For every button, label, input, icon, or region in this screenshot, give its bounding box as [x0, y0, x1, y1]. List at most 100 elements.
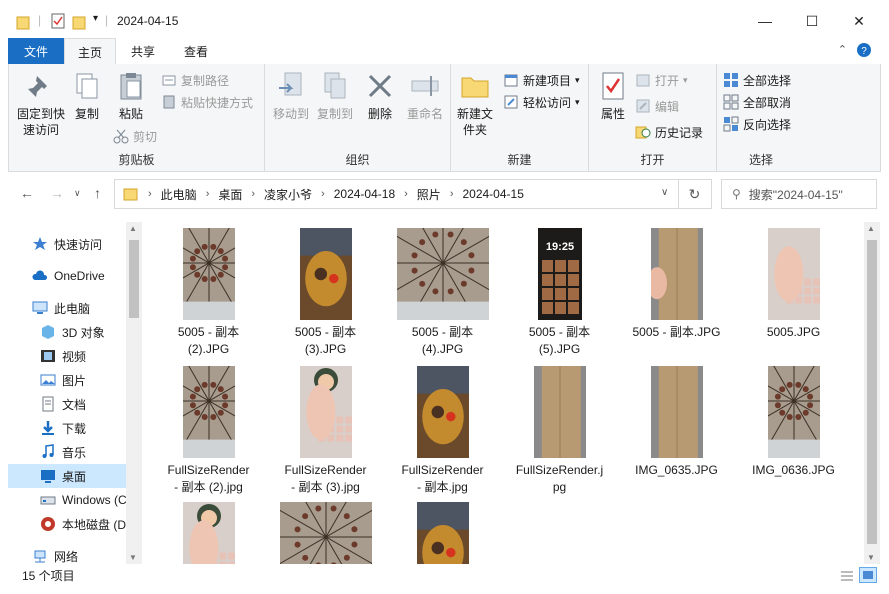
- copy-path-label: 复制路径: [181, 73, 230, 88]
- scroll-down-icon[interactable]: ▼: [129, 553, 137, 562]
- scroll-up-icon[interactable]: ▲: [129, 224, 137, 233]
- sidebar-item[interactable]: 文档: [8, 392, 128, 416]
- nav-scrollbar[interactable]: ▲ ▼: [126, 222, 142, 564]
- file-item[interactable]: [267, 498, 384, 564]
- forward-arrow-icon[interactable]: →: [50, 185, 64, 201]
- new-item-button[interactable]: 新建项目 ▾: [503, 70, 580, 90]
- content-scrollbar[interactable]: ▲ ▼: [864, 222, 880, 564]
- file-item[interactable]: 19:25 5005 - 副本 (5).JPG: [501, 224, 618, 358]
- rename-button[interactable]: 重命名: [403, 70, 447, 122]
- sidebar-item[interactable]: 此电脑: [8, 296, 128, 320]
- select-all-button[interactable]: 全部选择: [723, 70, 791, 90]
- copy-path-button[interactable]: 复制路径: [161, 70, 229, 90]
- tab-share[interactable]: 共享: [118, 38, 168, 64]
- breadcrumb-item[interactable]: 照片: [417, 186, 441, 203]
- copy-to-button[interactable]: 复制到: [313, 70, 357, 122]
- back-arrow-icon[interactable]: ←: [20, 185, 34, 201]
- content-scroll-thumb[interactable]: [867, 240, 877, 544]
- chevron-right-icon[interactable]: ›: [450, 188, 454, 200]
- cut-button[interactable]: 剪切: [113, 126, 157, 146]
- file-item[interactable]: [384, 498, 501, 564]
- details-view-icon[interactable]: [837, 567, 855, 583]
- properties-quick-icon[interactable]: [50, 13, 66, 31]
- sidebar-item[interactable]: 音乐: [8, 440, 128, 464]
- pin-quick-access-button[interactable]: 固定到快速访问: [13, 70, 69, 138]
- refresh-button[interactable]: ↻: [678, 179, 710, 209]
- breadcrumb-item[interactable]: 桌面: [218, 186, 242, 203]
- delete-button[interactable]: 删除: [365, 70, 395, 122]
- select-all-label: 全部选择: [743, 73, 792, 88]
- breadcrumb: 此电脑 › 桌面 › 凌家小爷 › 2024-04-18 › 照片 › 2024-04-15: [161, 186, 524, 203]
- file-item[interactable]: 5005 - 副本 (2).JPG: [150, 224, 267, 358]
- copy-button[interactable]: 复制: [69, 70, 105, 122]
- up-arrow-icon[interactable]: ↑: [94, 185, 101, 201]
- paste-shortcut-button[interactable]: 粘贴快捷方式: [161, 92, 253, 112]
- nav-scroll-thumb[interactable]: [129, 240, 139, 318]
- file-thumbnail: [618, 362, 735, 458]
- tab-file[interactable]: 文件: [8, 38, 64, 64]
- collapse-ribbon-icon[interactable]: ⌃: [838, 43, 847, 57]
- chevron-right-icon[interactable]: ›: [206, 188, 210, 200]
- file-item[interactable]: FullSizeRender - 副本.jpg: [384, 362, 501, 496]
- file-item[interactable]: IMG_0636.JPG: [735, 362, 852, 479]
- sidebar-item[interactable]: 网络: [8, 544, 128, 564]
- file-item[interactable]: 5005 - 副本.JPG: [618, 224, 735, 341]
- breadcrumb-item[interactable]: 此电脑: [161, 186, 197, 203]
- open-button[interactable]: 打开 ▾: [635, 70, 688, 90]
- help-icon[interactable]: ?: [857, 43, 871, 57]
- sidebar-item[interactable]: 快速访问: [8, 232, 128, 256]
- large-icons-view-icon[interactable]: [859, 567, 877, 583]
- file-item[interactable]: 5005 - 副本 (3).JPG: [267, 224, 384, 358]
- chevron-right-icon[interactable]: ›: [321, 188, 325, 200]
- invert-selection-icon: [723, 116, 739, 132]
- quick-access-dropdown-icon[interactable]: ▾: [93, 13, 98, 24]
- select-none-button[interactable]: 全部取消: [723, 92, 791, 112]
- chevron-right-icon[interactable]: ›: [251, 188, 255, 200]
- search-box[interactable]: ⚲ 搜索"2024-04-15": [721, 179, 877, 209]
- sidebar-item-label: 3D 对象: [62, 325, 105, 340]
- close-button[interactable]: ✕: [836, 6, 882, 36]
- sidebar-item[interactable]: 本地磁盘 (D: [8, 512, 128, 536]
- sidebar-item-label: 此电脑: [54, 301, 91, 316]
- sidebar-item[interactable]: OneDrive: [8, 264, 128, 288]
- invert-selection-button[interactable]: 反向选择: [723, 114, 791, 134]
- edit-button[interactable]: 编辑: [635, 96, 679, 116]
- file-thumbnail: [384, 224, 501, 320]
- tab-home[interactable]: 主页: [64, 38, 116, 65]
- sidebar-item[interactable]: Windows (C: [8, 488, 128, 512]
- breadcrumb-item[interactable]: 2024-04-15: [462, 187, 523, 201]
- tab-view[interactable]: 查看: [170, 38, 222, 64]
- sidebar-item[interactable]: 下载: [8, 416, 128, 440]
- address-dropdown-icon[interactable]: ∨: [661, 187, 668, 198]
- maximize-button[interactable]: ☐: [789, 6, 835, 36]
- sidebar-item[interactable]: 桌面: [8, 464, 128, 488]
- paste-button[interactable]: 粘贴: [113, 70, 149, 122]
- breadcrumb-item[interactable]: 凌家小爷: [264, 186, 312, 203]
- chevron-right-icon[interactable]: ›: [404, 188, 408, 200]
- file-item[interactable]: 5005.JPG: [735, 224, 852, 341]
- file-item[interactable]: IMG_0635.JPG: [618, 362, 735, 479]
- file-item[interactable]: [150, 498, 267, 564]
- sidebar-item[interactable]: 图片: [8, 368, 128, 392]
- sidebar-item[interactable]: 3D 对象: [8, 320, 128, 344]
- recent-locations-icon[interactable]: ∨: [74, 188, 81, 199]
- new-folder-quick-icon[interactable]: [72, 14, 86, 32]
- easy-access-label: 轻松访问: [523, 95, 572, 110]
- sidebar-item[interactable]: 视频: [8, 344, 128, 368]
- file-item[interactable]: 5005 - 副本 (4).JPG: [384, 224, 501, 358]
- new-folder-button[interactable]: 新建文件夹: [453, 70, 497, 138]
- file-thumbnail: [267, 498, 384, 564]
- file-item[interactable]: FullSizeRender - 副本 (2).jpg: [150, 362, 267, 496]
- sidebar-item-label: 图片: [62, 373, 87, 388]
- file-item[interactable]: FullSizeRender.j pg: [501, 362, 618, 496]
- file-item[interactable]: FullSizeRender - 副本 (3).jpg: [267, 362, 384, 496]
- address-bar[interactable]: › 此电脑 › 桌面 › 凌家小爷 › 2024-04-18 › 照片 › 2024-04-15 ∨: [114, 179, 712, 209]
- scroll-down-icon[interactable]: ▼: [867, 553, 875, 562]
- easy-access-button[interactable]: 轻松访问 ▾: [503, 92, 580, 112]
- properties-button[interactable]: 属性: [593, 70, 633, 122]
- scroll-up-icon[interactable]: ▲: [867, 224, 875, 233]
- move-to-button[interactable]: 移动到: [269, 70, 313, 122]
- minimize-button[interactable]: —: [742, 6, 788, 36]
- history-button[interactable]: 历史记录: [635, 122, 703, 142]
- breadcrumb-item[interactable]: 2024-04-18: [334, 187, 395, 201]
